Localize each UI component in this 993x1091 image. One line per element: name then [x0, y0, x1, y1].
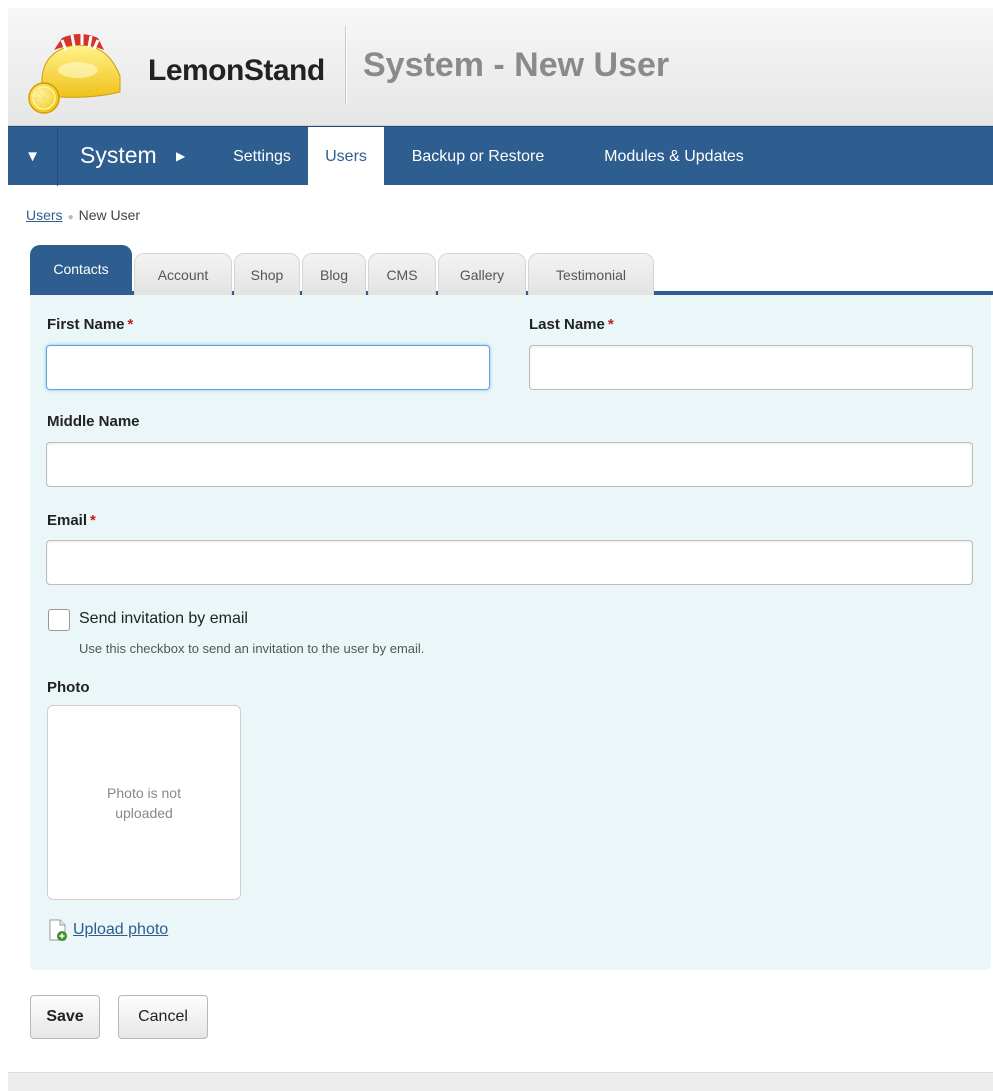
- tab-cms[interactable]: CMS: [368, 253, 436, 295]
- required-marker: *: [127, 316, 134, 333]
- footer-bar: [8, 1072, 993, 1091]
- last-name-field[interactable]: [529, 345, 973, 390]
- brand-name: LemonStand: [148, 54, 325, 87]
- tab-testimonial[interactable]: Testimonial: [528, 253, 654, 295]
- file-add-icon: [49, 919, 67, 941]
- email-field[interactable]: [46, 540, 973, 585]
- nav-section-title[interactable]: System: [80, 142, 157, 169]
- cancel-button[interactable]: Cancel: [118, 995, 208, 1039]
- first-name-field[interactable]: [46, 345, 490, 390]
- email-label: Email *: [47, 512, 96, 529]
- tab-account[interactable]: Account: [134, 253, 232, 295]
- photo-label: Photo: [47, 679, 90, 696]
- nav-menu-toggle[interactable]: ▼: [8, 127, 58, 186]
- send-invitation-help: Use this checkbox to send an invitation …: [79, 641, 425, 656]
- breadcrumb-current: New User: [78, 207, 141, 223]
- lemonstand-logo-icon: [28, 34, 121, 114]
- save-button[interactable]: Save: [30, 995, 100, 1039]
- breadcrumb-separator: ●: [67, 212, 74, 223]
- tab-blog[interactable]: Blog: [302, 253, 366, 295]
- middle-name-field[interactable]: [46, 442, 973, 487]
- logo[interactable]: LemonStand: [28, 26, 348, 116]
- breadcrumb-link-users[interactable]: Users: [26, 207, 63, 223]
- upload-photo-link[interactable]: Upload photo: [73, 921, 168, 939]
- middle-name-label: Middle Name: [47, 413, 140, 430]
- triangle-down-icon: ▼: [25, 148, 40, 165]
- nav-item-backup-restore[interactable]: Backup or Restore: [388, 127, 568, 186]
- upload-photo[interactable]: Upload photo: [49, 917, 168, 943]
- nav-item-settings[interactable]: Settings: [218, 127, 306, 186]
- triangle-right-icon: ▶: [176, 149, 186, 163]
- required-marker: *: [607, 316, 614, 333]
- required-marker: *: [90, 512, 96, 529]
- tab-gallery[interactable]: Gallery: [438, 253, 526, 295]
- nav-item-modules-updates[interactable]: Modules & Updates: [584, 127, 764, 186]
- tab-contacts[interactable]: Contacts: [30, 245, 132, 291]
- main-nav: ▼ System ▶ Settings Users Backup or Rest…: [8, 126, 993, 186]
- nav-item-users[interactable]: Users: [308, 127, 384, 186]
- tab-bar: Contacts Account Shop Blog CMS Gallery T…: [30, 245, 993, 295]
- tab-shop[interactable]: Shop: [234, 253, 300, 295]
- page-title: System - New User: [363, 46, 670, 84]
- first-name-label: First Name *: [47, 316, 134, 333]
- last-name-label: Last Name *: [529, 316, 614, 333]
- header-divider: [345, 26, 346, 104]
- photo-placeholder: Photo is not uploaded: [47, 705, 241, 900]
- send-invitation-label[interactable]: Send invitation by email: [79, 610, 248, 628]
- send-invitation-checkbox[interactable]: [48, 609, 70, 631]
- app-header: LemonStand System - New User: [8, 8, 993, 126]
- breadcrumb: Users ● New User: [26, 207, 140, 223]
